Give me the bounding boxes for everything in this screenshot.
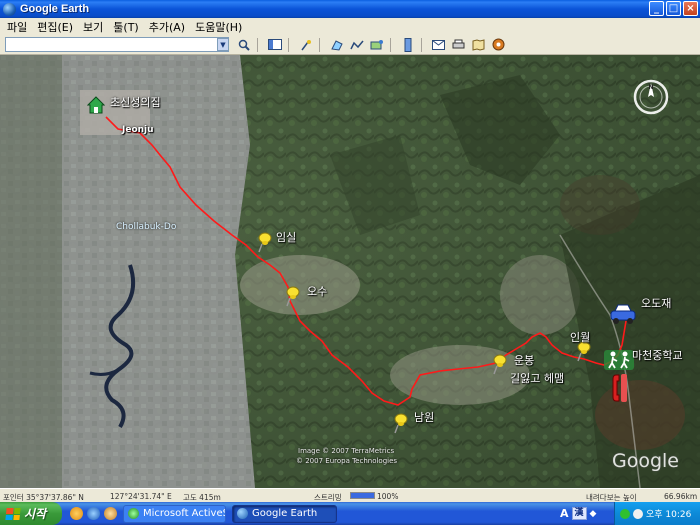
pushpin-icon[interactable] — [257, 231, 273, 253]
google-earth-icon — [237, 508, 248, 519]
search-dropdown-button[interactable]: ▼ — [217, 38, 229, 51]
toolbar-separator — [390, 37, 391, 52]
system-tray: 오후 10:26 — [614, 502, 700, 525]
task-google-earth[interactable]: Google Earth — [232, 504, 337, 523]
phone-icon[interactable] — [612, 373, 628, 403]
sidebar-icon[interactable] — [266, 37, 283, 53]
place-label-namwon: 남원 — [414, 411, 435, 424]
network-icon[interactable] — [620, 508, 630, 519]
hiker-icon[interactable] — [604, 350, 634, 370]
menu-add[interactable]: 추가(A) — [144, 19, 190, 35]
place-label-jeonju: Jeonju — [122, 125, 154, 135]
ime-alpha[interactable]: A — [560, 507, 569, 520]
maps-icon[interactable] — [470, 37, 487, 53]
placemark-icon[interactable] — [297, 37, 314, 53]
menu-bar: 파일 편집(E) 보기 툴(T) 추가(A) 도움말(H) — [0, 18, 700, 35]
toolbar: ▼ — [0, 35, 700, 55]
ruler-icon[interactable] — [399, 37, 416, 53]
earth-map-view[interactable]: 초신성의집 Jeonju Chollabuk-Do 임실 오수 남원 운봉 인월 — [0, 55, 700, 488]
image-overlay-icon[interactable] — [368, 37, 385, 53]
google-earth-icon — [3, 2, 16, 16]
menu-view[interactable]: 보기 — [78, 19, 108, 35]
quick-launch — [70, 507, 117, 520]
place-label-machon: 마천중학교 — [632, 349, 683, 362]
firefox-icon[interactable] — [70, 507, 83, 520]
ime-bar[interactable]: A 漢 ◆ — [560, 505, 596, 522]
place-label-odojae: 오도재 — [641, 297, 672, 310]
pushpin-icon[interactable] — [285, 285, 301, 307]
streaming-progress — [350, 492, 375, 499]
close-button[interactable]: × — [683, 1, 698, 16]
place-label-inwol: 인월 — [570, 331, 591, 344]
data-credit: © 2007 Europa Technologies — [296, 457, 398, 465]
task-label: Microsoft ActiveS... — [143, 508, 225, 519]
window-title: Google Earth — [20, 3, 90, 15]
toolbar-separator — [288, 37, 289, 52]
pushpin-icon[interactable] — [492, 353, 508, 375]
taskbar: 시작 Microsoft ActiveS... Google Earth A 漢… — [0, 502, 700, 525]
svg-text:N: N — [648, 84, 653, 91]
menu-edit[interactable]: 편집(E) — [32, 19, 78, 35]
maximize-button[interactable]: □ — [666, 1, 681, 16]
start-label: 시작 — [24, 507, 47, 521]
path-icon[interactable] — [348, 37, 365, 53]
task-label: Google Earth — [252, 508, 318, 519]
start-button[interactable]: 시작 — [0, 502, 62, 525]
minimize-button[interactable]: _ — [649, 1, 664, 16]
search-input[interactable] — [5, 37, 229, 52]
place-label-imsil: 임실 — [276, 231, 297, 244]
clock: 오후 10:26 — [646, 510, 692, 520]
status-bar: 포인터 35°37'37.86" N 127°24'31.74" E 고도 41… — [0, 488, 700, 502]
satellite-imagery — [0, 55, 700, 488]
car-icon[interactable] — [610, 303, 636, 325]
place-label-home: 초신성의집 — [110, 96, 161, 109]
task-activex[interactable]: Microsoft ActiveS... — [123, 504, 226, 523]
toolbar-separator — [319, 37, 320, 52]
streaming-value: 100% — [377, 492, 399, 501]
place-label-unbong: 운봉 — [514, 354, 535, 367]
email-icon[interactable] — [430, 37, 447, 53]
ime-hanja[interactable]: 漢 — [571, 507, 587, 520]
eye-altitude: 66.96km — [664, 492, 698, 501]
pointer-longitude: 127°24'31.74" E — [110, 492, 172, 501]
google-logo: Google — [612, 450, 680, 472]
menu-file[interactable]: 파일 — [2, 19, 32, 35]
menu-tools[interactable]: 툴(T) — [108, 19, 143, 35]
mail-icon[interactable] — [104, 507, 117, 520]
volume-icon[interactable] — [633, 508, 643, 519]
magnifier-icon[interactable] — [235, 37, 252, 53]
sky-icon[interactable] — [490, 37, 507, 53]
ime-settings-icon[interactable]: ◆ — [590, 509, 597, 519]
print-icon[interactable] — [450, 37, 467, 53]
window-controls: _ □ × — [649, 1, 698, 16]
title-bar[interactable]: Google Earth _ □ × — [0, 0, 700, 18]
region-label: Chollabuk-Do — [116, 222, 177, 232]
polygon-icon[interactable] — [328, 37, 345, 53]
place-label-osu: 오수 — [307, 285, 328, 298]
menu-help[interactable]: 도움말(H) — [190, 19, 247, 35]
pushpin-icon[interactable] — [393, 412, 409, 434]
windows-logo-icon — [5, 507, 21, 520]
activex-icon — [128, 508, 139, 519]
toolbar-separator — [421, 37, 422, 52]
toolbar-separator — [257, 37, 258, 52]
compass-icon[interactable]: N — [632, 78, 670, 116]
imagery-credit: Image © 2007 TerraMetrics — [298, 447, 395, 455]
home-icon[interactable] — [87, 96, 105, 114]
internet-explorer-icon[interactable] — [87, 507, 100, 520]
place-label-lost: 길잃고 헤맴 — [510, 372, 565, 385]
